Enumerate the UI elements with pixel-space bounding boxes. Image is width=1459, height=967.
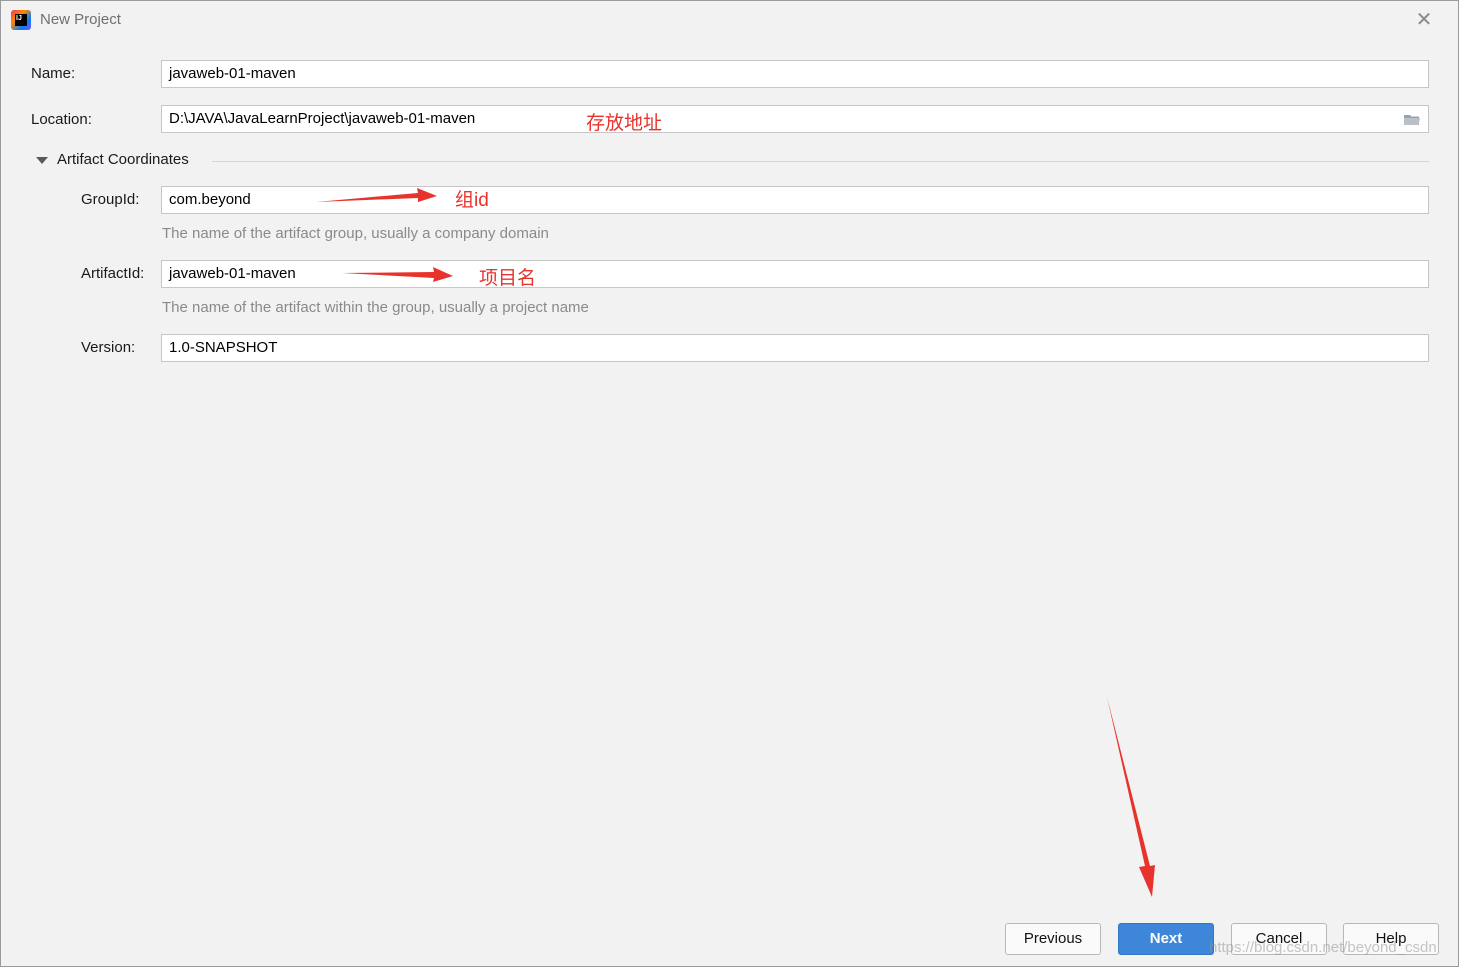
new-project-dialog: IJ New Project ✕ Name: javaweb-01-maven … <box>0 0 1459 967</box>
artifact-id-field[interactable]: javaweb-01-maven <box>161 260 1429 288</box>
version-label: Version: <box>81 339 136 356</box>
location-field[interactable]: D:\JAVA\JavaLearnProject\javaweb-01-mave… <box>161 105 1429 133</box>
section-divider <box>212 161 1429 162</box>
folder-icon[interactable] <box>1403 113 1421 126</box>
artifact-id-hint: The name of the artifact within the grou… <box>162 299 589 316</box>
location-annotation: 存放地址 <box>586 113 663 134</box>
intellij-idea-icon: IJ <box>11 10 31 30</box>
group-id-field[interactable]: com.beyond <box>161 186 1429 214</box>
name-field[interactable]: javaweb-01-maven <box>161 60 1429 88</box>
watermark: https://blog.csdn.net/beyond_csdn <box>1209 939 1437 956</box>
artifact-id-annotation: 项目名 <box>479 268 537 289</box>
location-value: D:\JAVA\JavaLearnProject\javaweb-01-mave… <box>169 110 476 127</box>
close-icon[interactable]: ✕ <box>1414 10 1434 30</box>
triangle-down-icon <box>36 157 48 164</box>
section-title: Artifact Coordinates <box>57 151 189 168</box>
location-label: Location: <box>31 111 92 128</box>
version-field[interactable]: 1.0-SNAPSHOT <box>161 334 1429 362</box>
group-id-label: GroupId: <box>81 191 140 208</box>
next-button[interactable]: Next <box>1118 923 1214 955</box>
window-title: New Project <box>40 11 121 28</box>
title-bar: IJ New Project ✕ <box>1 1 1458 39</box>
group-id-annotation: 组id <box>455 190 489 211</box>
group-id-hint: The name of the artifact group, usually … <box>162 225 549 242</box>
artifact-id-label: ArtifactId: <box>81 265 145 282</box>
previous-button[interactable]: Previous <box>1005 923 1101 955</box>
name-label: Name: <box>31 65 76 82</box>
